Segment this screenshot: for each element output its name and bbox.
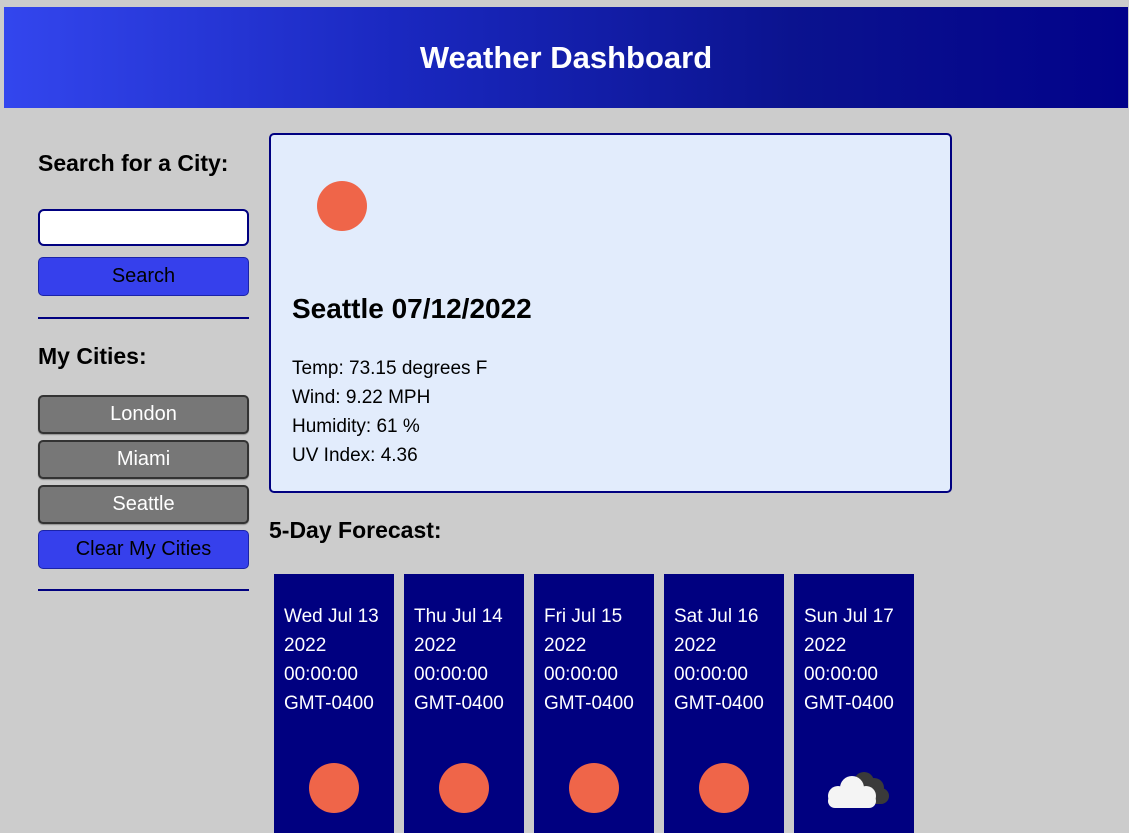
forecast-timezone: GMT-0400 [414, 693, 504, 714]
forecast-timezone: GMT-0400 [804, 693, 894, 714]
clear-cities-button[interactable]: Clear My Cities [38, 530, 249, 569]
forecast-title: 5-Day Forecast: [269, 517, 442, 543]
forecast-day: Fri Jul 15 [544, 606, 623, 627]
current-temp: Temp: 73.15 degrees F [292, 358, 488, 379]
current-city-date: Seattle 07/12/2022 [292, 293, 532, 324]
forecast-day: Thu Jul 14 [414, 606, 503, 627]
forecast-timezone: GMT-0400 [284, 693, 374, 714]
forecast-year: 2022 [284, 635, 327, 656]
current-humidity: Humidity: 61 % [292, 416, 420, 437]
sun-icon [699, 763, 749, 813]
forecast-card: Wed Jul 13 2022 00:00:00 GMT-0400 [274, 574, 394, 833]
forecast-year: 2022 [414, 635, 457, 656]
search-label: Search for a City: [38, 150, 229, 176]
sun-icon [569, 763, 619, 813]
current-weather-card: Seattle 07/12/2022 Temp: 73.15 degrees F… [269, 133, 952, 493]
forecast-day: Sun Jul 17 [804, 606, 894, 627]
forecast-time: 00:00:00 [674, 664, 748, 685]
cloud-icon [828, 772, 889, 808]
forecast-card: Thu Jul 14 2022 00:00:00 GMT-0400 [404, 574, 524, 833]
forecast-time: 00:00:00 [284, 664, 358, 685]
forecast-year: 2022 [804, 635, 847, 656]
city-button-london[interactable]: London [38, 395, 249, 434]
forecast-time: 00:00:00 [544, 664, 618, 685]
forecast-date: Sun Jul 17 2022 00:00:00 GMT-0400 [804, 602, 914, 718]
forecast-date: Thu Jul 14 2022 00:00:00 GMT-0400 [414, 602, 524, 718]
current-wind: Wind: 9.22 MPH [292, 387, 431, 408]
sun-icon [317, 181, 367, 231]
city-button-seattle[interactable]: Seattle [38, 485, 249, 524]
sidebar-divider-top [38, 317, 249, 319]
forecast-card: Sun Jul 17 2022 00:00:00 GMT-0400 [794, 574, 914, 833]
my-cities-label: My Cities: [38, 343, 147, 369]
forecast-date: Wed Jul 13 2022 00:00:00 GMT-0400 [284, 602, 394, 718]
forecast-date: Sat Jul 16 2022 00:00:00 GMT-0400 [674, 602, 784, 718]
search-button[interactable]: Search [38, 257, 249, 296]
forecast-time: 00:00:00 [804, 664, 878, 685]
forecast-timezone: GMT-0400 [674, 693, 764, 714]
city-search-input[interactable] [38, 209, 249, 246]
current-uv-index: UV Index: 4.36 [292, 445, 418, 466]
sidebar-divider-bottom [38, 589, 249, 591]
page-title: Weather Dashboard [419, 39, 713, 75]
forecast-day: Wed Jul 13 [284, 606, 379, 627]
app-header: Weather Dashboard [4, 7, 1128, 108]
forecast-date: Fri Jul 15 2022 00:00:00 GMT-0400 [544, 602, 654, 718]
forecast-time: 00:00:00 [414, 664, 488, 685]
forecast-year: 2022 [544, 635, 587, 656]
forecast-card: Fri Jul 15 2022 00:00:00 GMT-0400 [534, 574, 654, 833]
sun-icon [439, 763, 489, 813]
sun-icon [309, 763, 359, 813]
city-button-miami[interactable]: Miami [38, 440, 249, 479]
forecast-card: Sat Jul 16 2022 00:00:00 GMT-0400 [664, 574, 784, 833]
forecast-day: Sat Jul 16 [674, 606, 759, 627]
forecast-timezone: GMT-0400 [544, 693, 634, 714]
forecast-year: 2022 [674, 635, 717, 656]
